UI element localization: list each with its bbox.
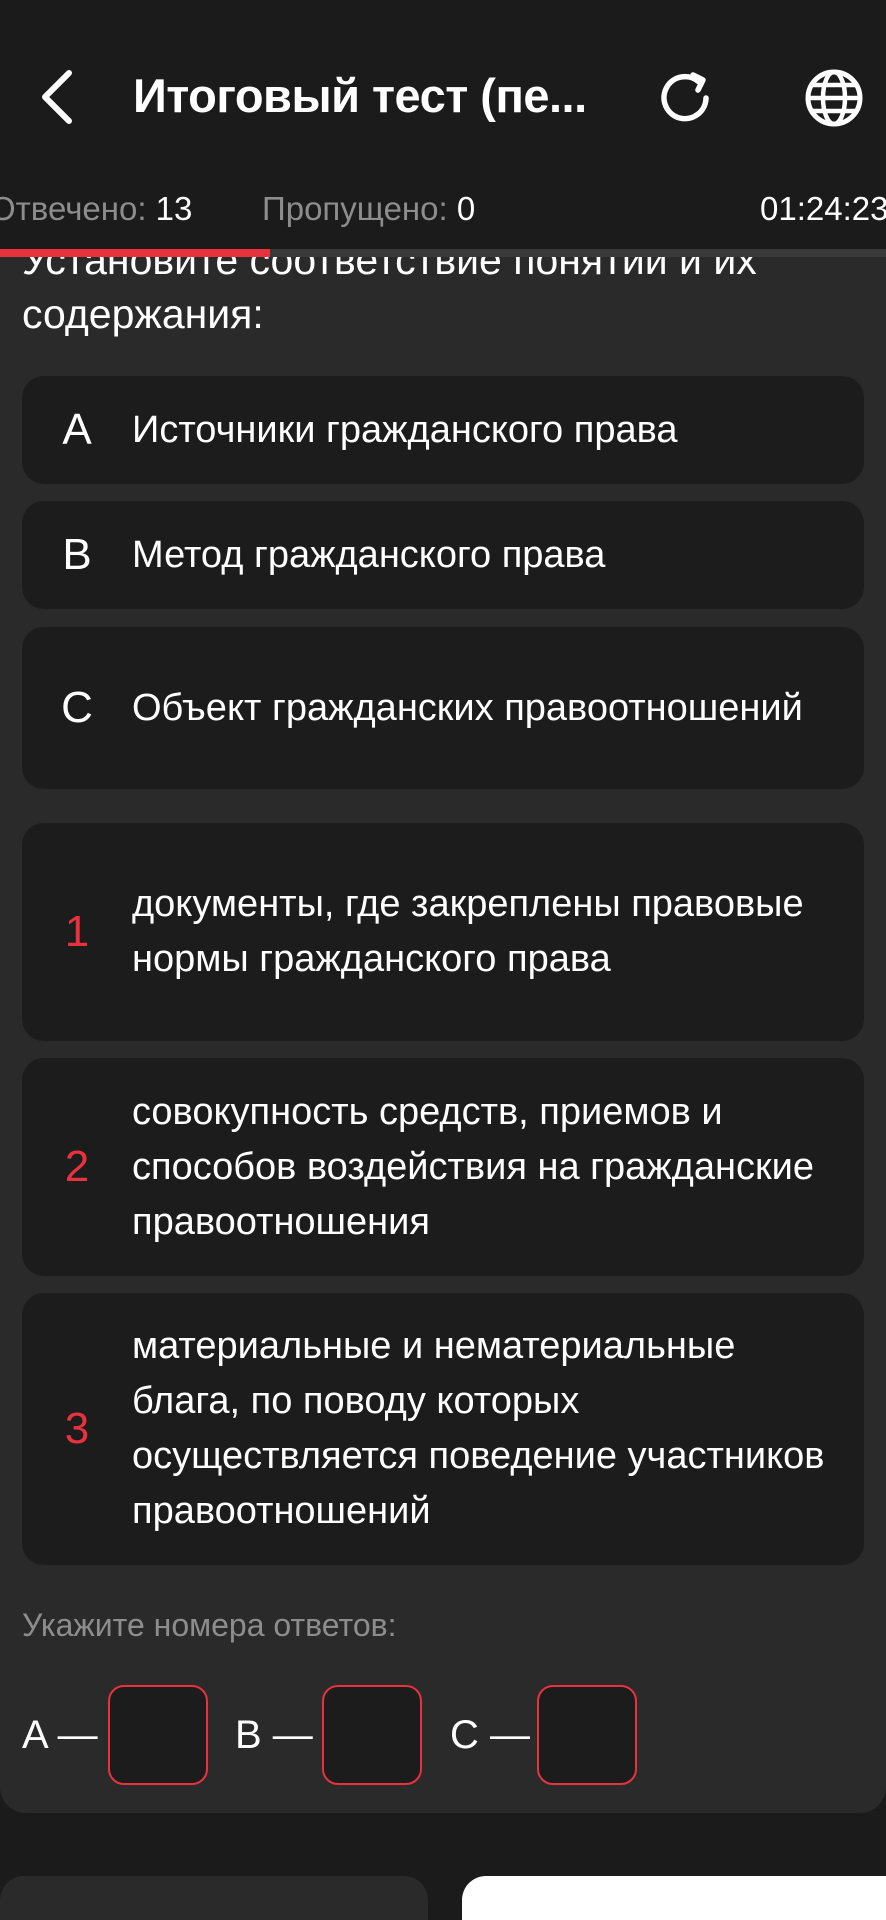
answered-label: Отвечено:	[0, 190, 147, 227]
answer-text: материальные и нематериальные блага, по …	[132, 1325, 825, 1532]
answered-counter: Отвечено: 13	[0, 190, 192, 228]
refresh-button[interactable]	[650, 62, 722, 134]
answer-input-c[interactable]	[537, 1685, 637, 1785]
option-text: Объект гражданских правоотношений	[132, 686, 803, 729]
option-text: Метод гражданского права	[132, 533, 606, 576]
back-button[interactable]	[22, 62, 92, 132]
answer-card-2[interactable]: 2 совокупность средств, приемов и способ…	[22, 1058, 864, 1276]
skipped-label: Пропущено:	[262, 190, 448, 227]
answer-label-b: B —	[235, 1713, 313, 1757]
skipped-counter: Пропущено: 0	[262, 190, 475, 228]
answer-card-3[interactable]: 3 материальные и нематериальные блага, п…	[22, 1293, 864, 1565]
answer-card-1[interactable]: 1 документы, где закреплены правовые нор…	[22, 823, 864, 1041]
answer-key: 3	[64, 1404, 90, 1453]
answer-prompt: Укажите номера ответов:	[22, 1607, 397, 1643]
option-card-c[interactable]: C Объект гражданских правоотношений	[22, 627, 864, 789]
option-text: Источники гражданского права	[132, 408, 678, 451]
answer-key: 2	[64, 1142, 90, 1191]
option-card-a[interactable]: A Источники гражданского права	[22, 376, 864, 484]
answer-key: 1	[64, 907, 90, 956]
answer-label-a: A —	[22, 1713, 98, 1757]
question-panel: Установите соответствие понятий и их сод…	[0, 257, 886, 1813]
answer-text: документы, где закреплены правовые нормы…	[132, 883, 804, 980]
chevron-left-icon	[42, 70, 72, 124]
top-bar: Итоговый тест (пе... Отвечено: 13 Пропущ…	[0, 0, 886, 227]
answer-input-a[interactable]	[108, 1685, 208, 1785]
answer-input-b[interactable]	[322, 1685, 422, 1785]
option-key: A	[62, 405, 92, 454]
skipped-value: 0	[456, 190, 476, 227]
test-stats: Отвечено: 13 Пропущено: 0 01:24:23	[0, 186, 886, 236]
option-key: C	[61, 683, 93, 732]
option-card-b[interactable]: B Метод гражданского права	[22, 501, 864, 609]
answer-text: совокупность средств, приемов и способов…	[132, 1090, 814, 1243]
progress-bar	[0, 249, 886, 257]
answered-value: 13	[155, 190, 193, 227]
timer: 01:24:23	[760, 190, 886, 227]
next-button[interactable]	[462, 1876, 886, 1920]
option-key: B	[62, 530, 92, 579]
page-title: Итоговый тест (пе...	[133, 69, 587, 122]
answer-label-c: C —	[450, 1713, 530, 1757]
globe-icon	[805, 69, 863, 127]
progress-fill	[0, 249, 270, 257]
previous-button[interactable]	[0, 1876, 428, 1920]
question-text: Установите соответствие понятий и их сод…	[22, 257, 757, 337]
refresh-icon	[661, 72, 709, 122]
language-button[interactable]	[798, 62, 870, 134]
